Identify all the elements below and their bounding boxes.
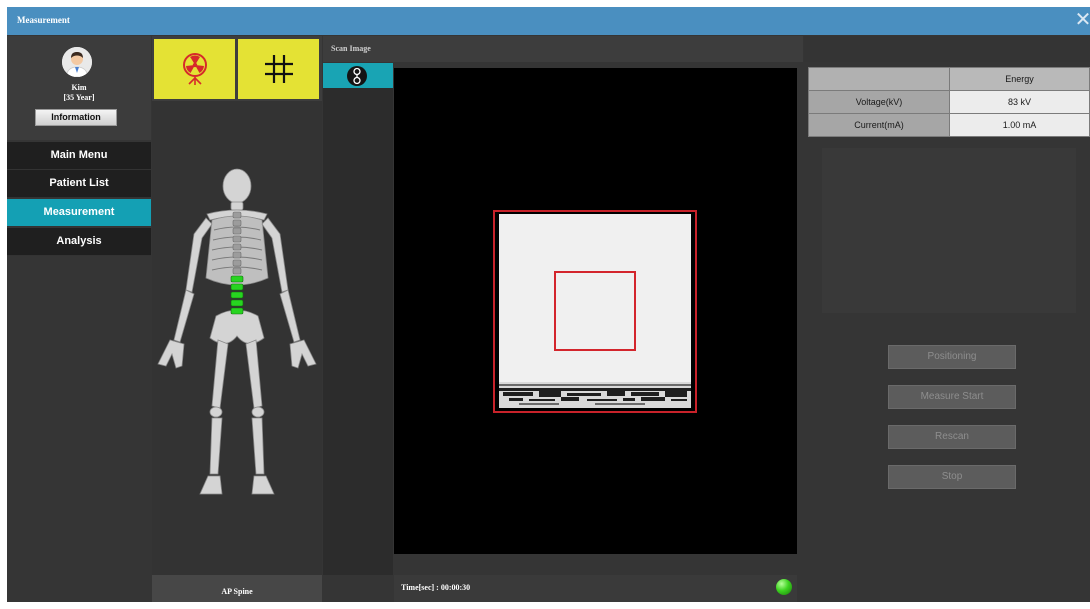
- energy-table: Energy Voltage(kV) 83 kV Current(mA) 1.0…: [808, 67, 1090, 137]
- scan-view-tab[interactable]: [323, 63, 393, 88]
- scan-device-icon: [347, 66, 367, 86]
- close-icon[interactable]: ✕: [1073, 9, 1090, 31]
- right-info-panel: [822, 148, 1076, 313]
- rescan-button[interactable]: Rescan: [888, 425, 1016, 449]
- information-button[interactable]: Information: [35, 109, 117, 126]
- patient-age: [35 Year]: [63, 93, 95, 102]
- current-label: Current(mA): [808, 113, 950, 137]
- right-panel-header: [804, 36, 1090, 62]
- positioning-button[interactable]: Positioning: [888, 345, 1016, 369]
- grid-tool-button[interactable]: [238, 39, 319, 99]
- scan-time-label: Time[sec] : 00:00:30: [401, 583, 471, 592]
- grid-icon: [264, 55, 293, 83]
- title-bar: Measurement ✕: [7, 7, 1090, 35]
- scan-side-strip: [323, 88, 393, 575]
- voltage-value: 83 kV: [949, 90, 1090, 114]
- radiation-icon: [182, 53, 207, 85]
- skeleton-diagram: [157, 168, 317, 495]
- measure-start-button[interactable]: Measure Start: [888, 385, 1016, 409]
- doctor-avatar-icon: [62, 47, 92, 77]
- energy-header: Energy: [949, 67, 1090, 91]
- status-led-icon: [776, 579, 792, 595]
- nav-main-menu[interactable]: Main Menu: [7, 142, 151, 170]
- body-region-label: AP Spine: [152, 575, 322, 602]
- radiation-tool-button[interactable]: [154, 39, 235, 99]
- current-value: 1.00 mA: [949, 113, 1090, 137]
- avatar: [62, 47, 92, 77]
- window-title: Measurement: [17, 15, 70, 25]
- nav-analysis[interactable]: Analysis: [7, 228, 151, 256]
- scan-noise-band: [499, 382, 691, 408]
- stop-button[interactable]: Stop: [888, 465, 1016, 489]
- scan-image-title: Scan Image: [331, 44, 371, 53]
- lumbar-spine-highlight: [230, 275, 244, 315]
- roi-box[interactable]: [554, 271, 636, 351]
- patient-name: Kim: [71, 83, 87, 92]
- nav-measurement[interactable]: Measurement: [7, 199, 151, 227]
- nav-patient-list[interactable]: Patient List: [7, 170, 151, 198]
- voltage-label: Voltage(kV): [808, 90, 950, 114]
- scan-header: [323, 36, 803, 62]
- energy-table-corner: [808, 67, 950, 91]
